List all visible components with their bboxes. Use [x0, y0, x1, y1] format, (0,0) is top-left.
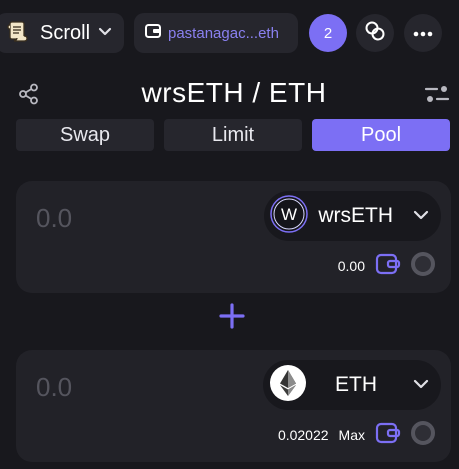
wallet-address: pastanagac...eth [168, 24, 279, 42]
more-dots-icon [413, 24, 433, 42]
token-b-balance-row: 0.02022 Max [277, 420, 435, 450]
token-a-symbol: wrsETH [318, 204, 393, 227]
tab-swap[interactable]: Swap [16, 119, 154, 151]
token-b-selector[interactable]: ETH [263, 360, 441, 410]
token-b-amount-input[interactable]: 0.0 [36, 372, 72, 403]
token-a-spinner-icon [411, 251, 435, 281]
wallet-outline-icon [375, 421, 401, 450]
more-button[interactable] [404, 14, 442, 52]
token-a-selector[interactable]: W wrsETH [264, 191, 441, 241]
token-b-card: 0.0 ETH 0.02022 Max [16, 350, 451, 462]
token-b-spinner-icon [411, 420, 435, 450]
token-b-symbol: ETH [335, 373, 377, 396]
wallet-icon [144, 22, 162, 45]
notifications-badge[interactable]: 2 [309, 14, 347, 52]
wrseth-logo-icon: W [270, 194, 309, 238]
page-title: wrsETH / ETH [141, 77, 327, 108]
network-label: Scroll [40, 21, 91, 44]
link-button[interactable] [356, 14, 394, 52]
token-a-card: 0.0 W wrsETH 0.00 [16, 181, 451, 293]
plus-icon [218, 302, 246, 335]
chevron-down-icon [98, 24, 112, 42]
pair-header: wrsETH / ETH [0, 75, 459, 115]
max-button[interactable]: Max [339, 427, 365, 443]
top-bar: Scroll pastanagac...eth 2 [0, 13, 459, 53]
token-a-amount-input[interactable]: 0.0 [36, 203, 72, 234]
tab-pool[interactable]: Pool [312, 119, 450, 151]
tab-limit[interactable]: Limit [164, 119, 302, 151]
scroll-logo-icon [6, 19, 30, 48]
token-a-balance-row: 0.00 [337, 251, 435, 281]
network-selector[interactable]: Scroll [0, 13, 124, 53]
token-a-balance: 0.00 [337, 258, 365, 274]
svg-text:W: W [281, 205, 297, 224]
link-icon [364, 20, 386, 47]
wallet-button[interactable]: pastanagac...eth [134, 13, 298, 53]
wallet-outline-icon [375, 252, 401, 281]
sliders-icon[interactable] [424, 83, 450, 110]
token-b-balance: 0.02022 [277, 427, 329, 443]
chevron-down-icon [413, 207, 429, 225]
chevron-down-icon [413, 376, 429, 394]
mode-tabs: Swap Limit Pool [16, 119, 450, 151]
eth-logo-icon [269, 364, 307, 407]
